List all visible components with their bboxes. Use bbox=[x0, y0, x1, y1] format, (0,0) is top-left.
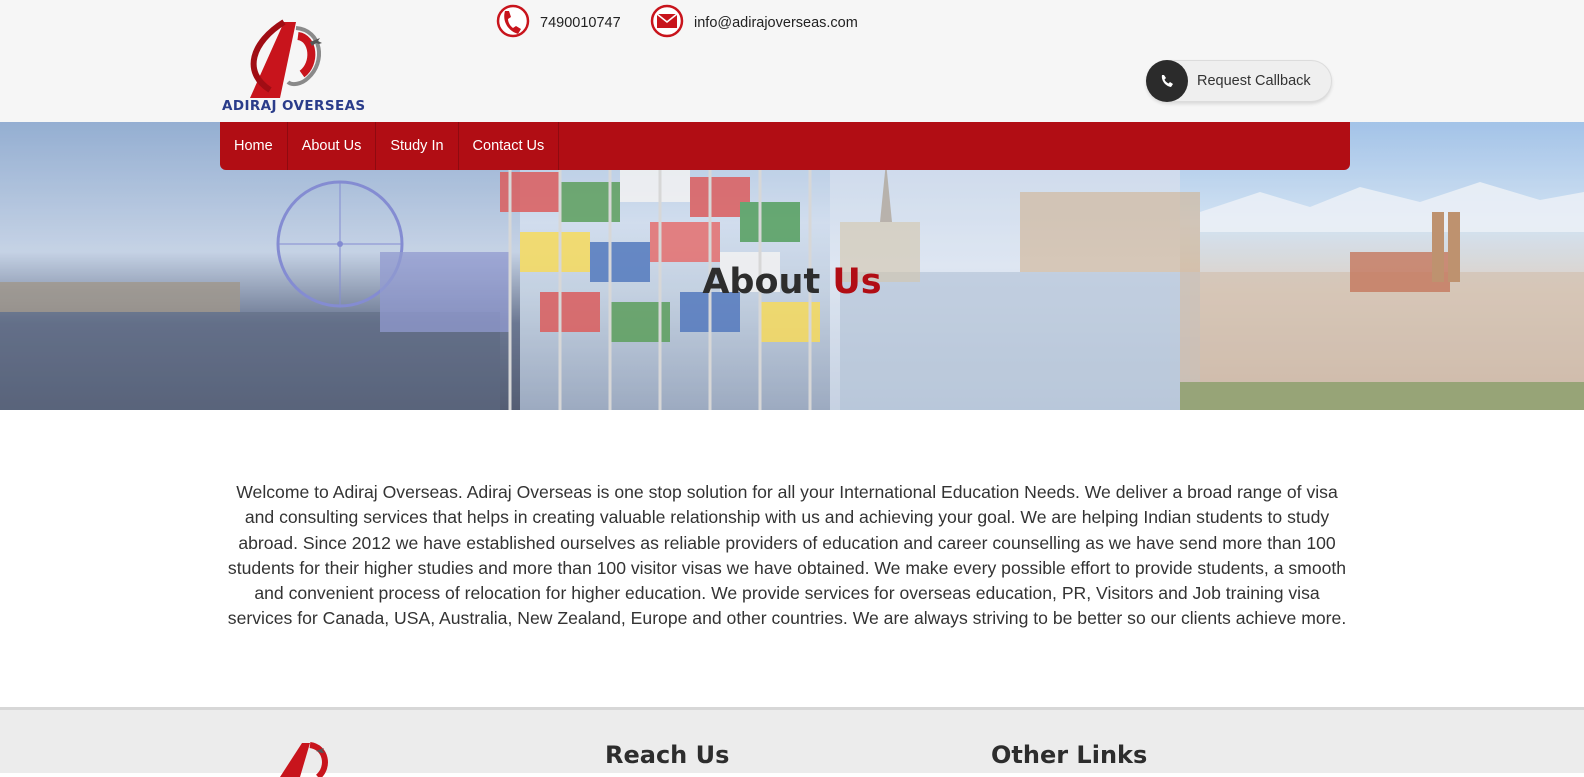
main-nav: Home About Us Study In Contact Us bbox=[220, 122, 1350, 170]
nav-item-home[interactable]: Home bbox=[220, 122, 288, 170]
logo-mark-icon bbox=[280, 742, 328, 777]
footer-logo[interactable] bbox=[272, 737, 332, 777]
email-address[interactable]: info@adirajoverseas.com bbox=[694, 15, 858, 31]
phone-icon bbox=[496, 1, 532, 45]
page-title: About Us bbox=[0, 262, 1584, 302]
nav-item-about-us[interactable]: About Us bbox=[288, 122, 377, 170]
email-icon bbox=[650, 1, 686, 45]
brand-name: ADIRAJ OVERSEAS bbox=[222, 98, 366, 114]
phone-number[interactable]: 7490010747 bbox=[540, 15, 621, 31]
contact-email[interactable]: info@adirajoverseas.com bbox=[650, 0, 858, 46]
brand-logo[interactable]: ADIRAJ OVERSEAS bbox=[222, 12, 365, 114]
about-paragraph: Welcome to Adiraj Overseas. Adiraj Overs… bbox=[227, 482, 1347, 629]
phone-icon bbox=[1146, 60, 1188, 102]
callback-label: Request Callback bbox=[1197, 73, 1311, 89]
nav-item-study-in[interactable]: Study In bbox=[376, 122, 459, 170]
nav-item-contact-us[interactable]: Contact Us bbox=[459, 122, 560, 170]
site-footer: Reach Us Other Links bbox=[0, 707, 1584, 777]
site-header: ADIRAJ OVERSEAS 7490010747 info@adirajov… bbox=[0, 0, 1584, 122]
footer-heading-other-links: Other Links bbox=[991, 741, 1148, 769]
page-title-accent: Us bbox=[832, 262, 882, 302]
footer-heading-reach-us: Reach Us bbox=[605, 741, 730, 769]
contact-phone[interactable]: 7490010747 bbox=[496, 0, 621, 46]
page-title-main: About bbox=[702, 262, 821, 302]
logo-mark-icon bbox=[250, 19, 322, 98]
request-callback-button[interactable]: Request Callback bbox=[1146, 60, 1332, 102]
